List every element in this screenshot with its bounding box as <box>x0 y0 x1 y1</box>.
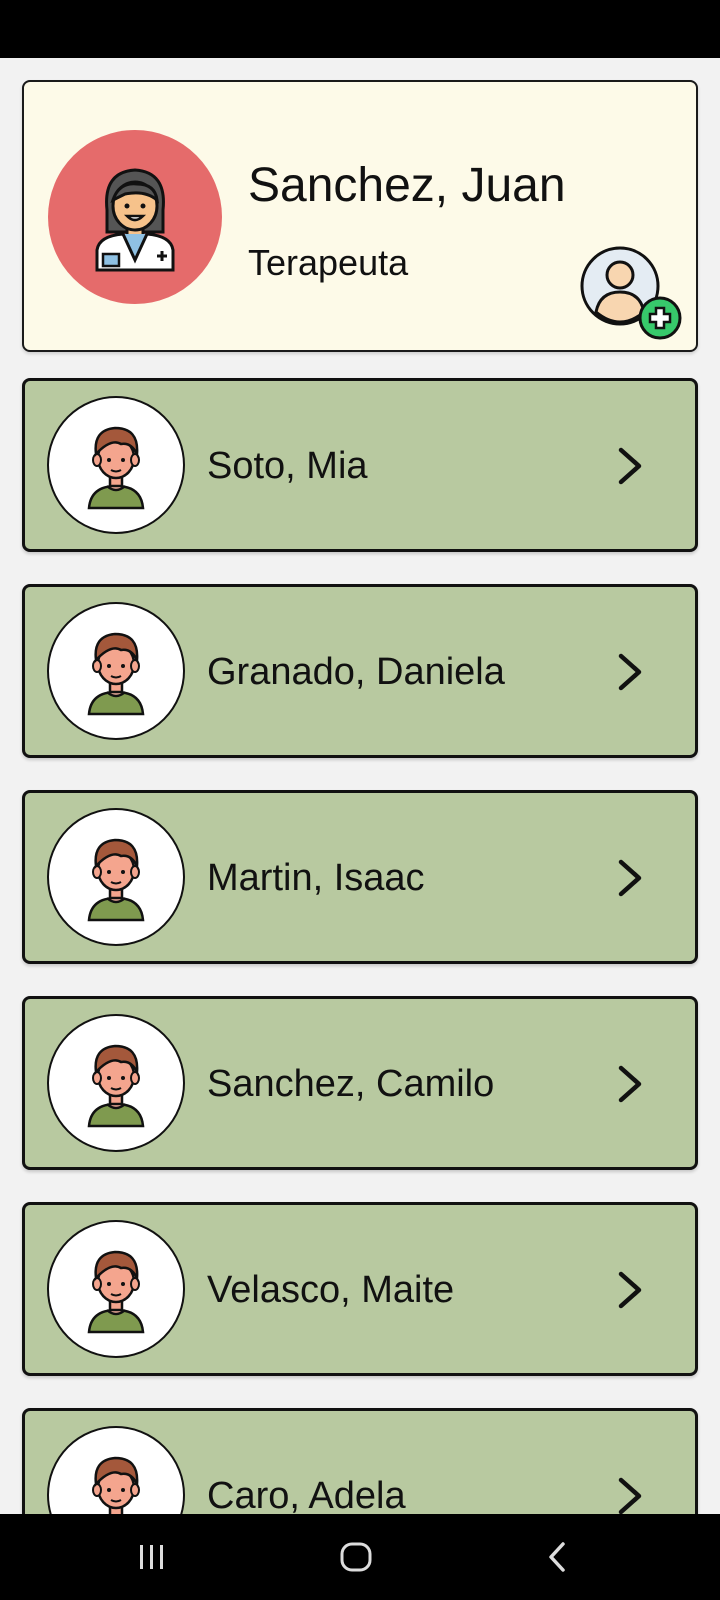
patient-name: Granado, Daniela <box>207 651 505 693</box>
chevron-right-icon <box>618 1271 642 1309</box>
boy-avatar-icon <box>92 1456 140 1514</box>
recent-apps-button[interactable] <box>122 1534 182 1580</box>
patient-card[interactable]: Martin, Isaac <box>22 790 698 964</box>
back-icon <box>549 1542 565 1572</box>
boy-avatar-icon <box>87 632 145 716</box>
patient-name: Caro, Adela <box>207 1475 406 1514</box>
patient-avatar <box>47 602 185 740</box>
patient-card[interactable]: Caro, Adela <box>22 1408 698 1514</box>
status-bar <box>0 0 720 58</box>
chevron-right-icon <box>618 1477 642 1514</box>
patient-avatar <box>47 1014 185 1152</box>
patient-avatar <box>47 396 185 534</box>
home-button[interactable] <box>326 1534 386 1580</box>
doctor-avatar-icon <box>95 168 175 272</box>
chevron-right-icon <box>618 859 642 897</box>
patient-name: Martin, Isaac <box>207 857 425 899</box>
home-icon <box>340 1542 372 1572</box>
patient-card[interactable]: Sanchez, Camilo <box>22 996 698 1170</box>
back-button[interactable] <box>528 1534 588 1580</box>
add-patient-button[interactable] <box>580 246 686 342</box>
patient-card[interactable]: Soto, Mia <box>22 378 698 552</box>
system-nav-bar <box>0 1514 720 1600</box>
patient-card[interactable]: Granado, Daniela <box>22 584 698 758</box>
therapist-profile-card: Sanchez, Juan Terapeuta <box>22 80 698 352</box>
chevron-right-icon <box>618 653 642 691</box>
boy-avatar-icon <box>87 838 145 922</box>
user-add-icon <box>580 246 682 340</box>
patient-card[interactable]: Velasco, Maite <box>22 1202 698 1376</box>
recent-apps-icon <box>140 1545 163 1569</box>
patient-name: Sanchez, Camilo <box>207 1063 495 1105</box>
boy-avatar-icon <box>87 1044 145 1128</box>
patient-avatar <box>47 1220 185 1358</box>
boy-avatar-icon <box>87 426 145 510</box>
chevron-right-icon <box>618 1065 642 1103</box>
patient-list-screen[interactable]: Sanchez, Juan Terapeuta Soto, Mia Granad… <box>0 58 720 1514</box>
patient-avatar <box>47 808 185 946</box>
therapist-name: Sanchez, Juan <box>248 159 566 212</box>
chevron-right-icon <box>618 447 642 485</box>
patient-name: Velasco, Maite <box>207 1269 455 1311</box>
boy-avatar-icon <box>87 1250 145 1334</box>
patient-avatar <box>47 1426 185 1514</box>
therapist-avatar <box>48 130 222 304</box>
therapist-role: Terapeuta <box>248 242 409 283</box>
patient-name: Soto, Mia <box>207 445 368 487</box>
